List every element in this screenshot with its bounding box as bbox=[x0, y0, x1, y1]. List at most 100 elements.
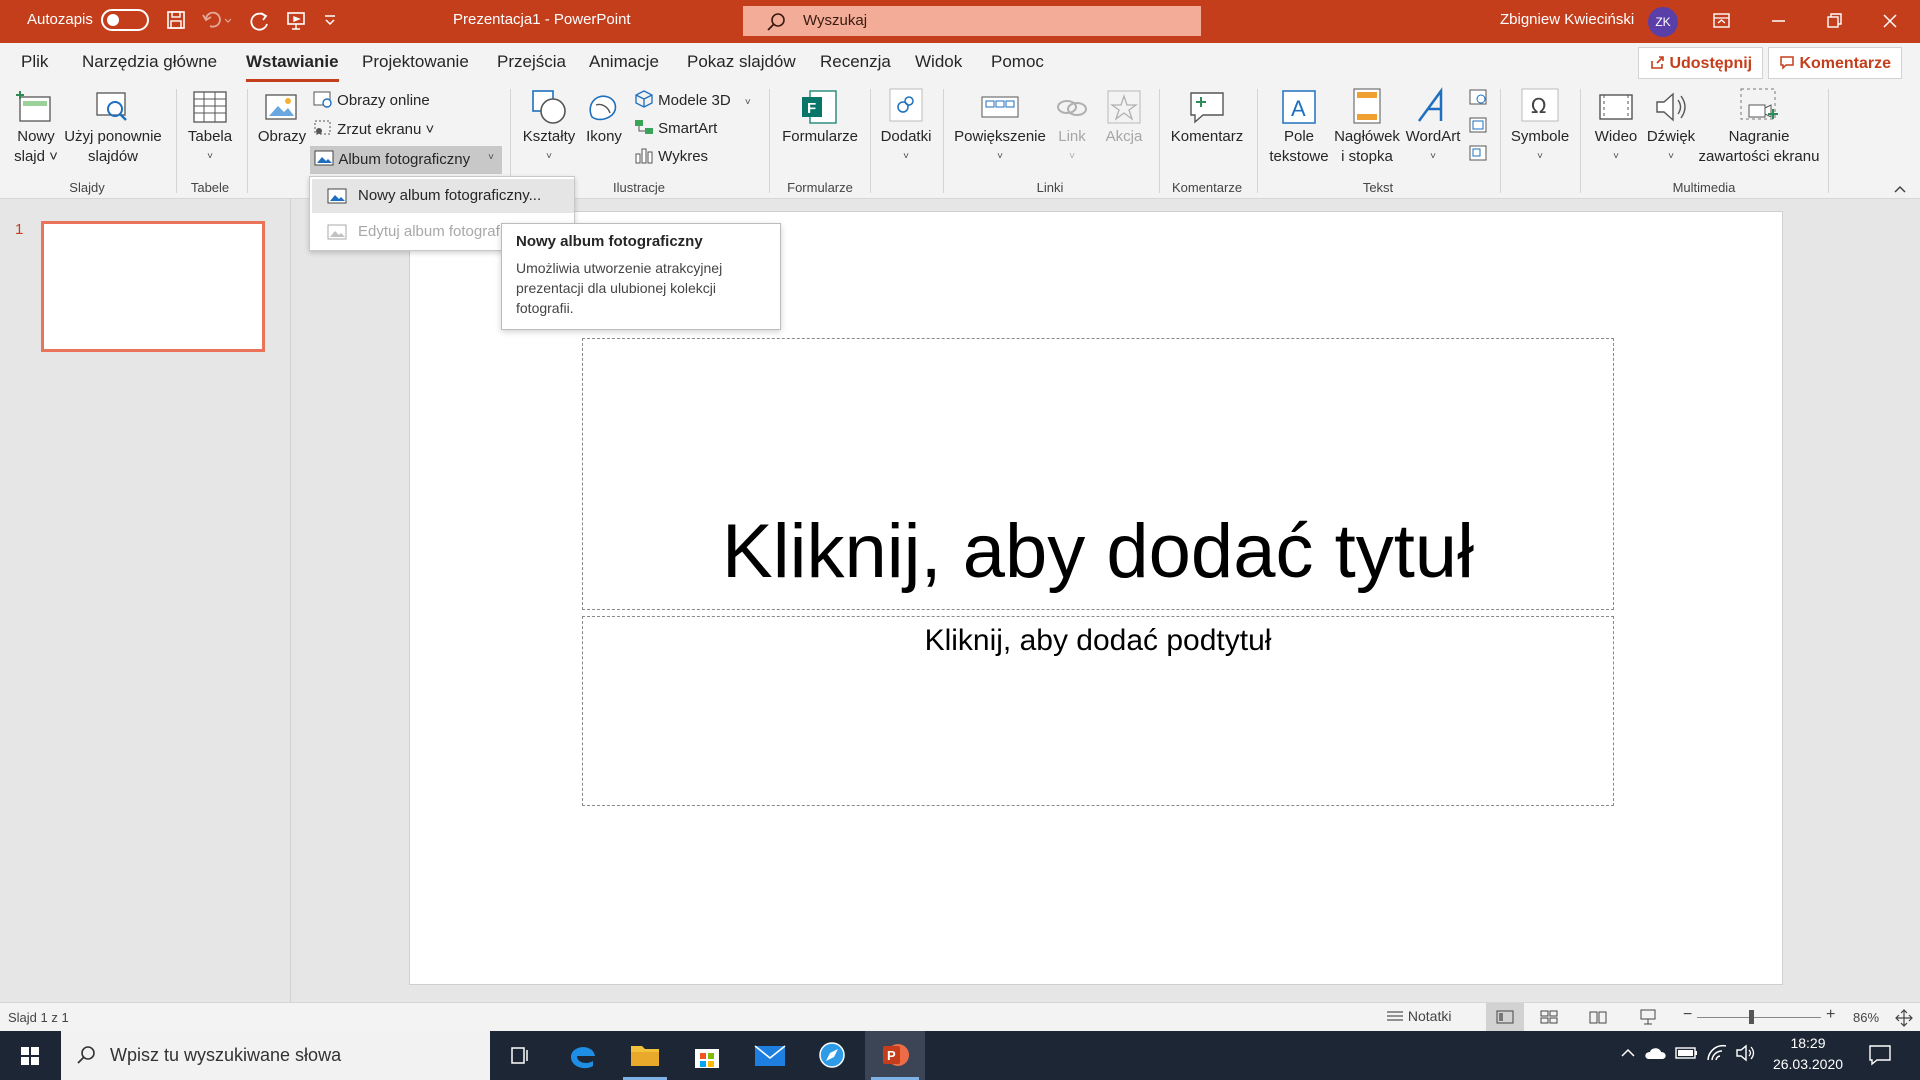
ribbon-display-options-icon[interactable] bbox=[1693, 0, 1749, 43]
smartart-button[interactable]: SmartArt bbox=[634, 118, 717, 137]
ribbon-separator bbox=[1500, 89, 1501, 193]
tab-file[interactable]: Plik bbox=[21, 52, 48, 72]
collapse-ribbon-icon[interactable] bbox=[1892, 183, 1908, 195]
wordart-button[interactable]: WordArt ˅ bbox=[1402, 87, 1464, 167]
save-icon[interactable] bbox=[166, 10, 186, 30]
reuse-slides-label-1: Użyj ponownie bbox=[64, 128, 162, 145]
models3d-button[interactable]: Modele 3D ˅ bbox=[634, 90, 751, 109]
zoom-percent[interactable]: 86% bbox=[1853, 1010, 1879, 1025]
minimize-icon[interactable] bbox=[1750, 0, 1806, 43]
pictures-button[interactable]: Obrazy bbox=[254, 87, 310, 147]
edge-browser-icon[interactable] bbox=[553, 1031, 613, 1080]
zoom-slider[interactable] bbox=[1697, 1010, 1821, 1024]
tab-slide-show[interactable]: Pokaz slajdów bbox=[687, 52, 796, 72]
redo-icon[interactable] bbox=[249, 10, 271, 32]
cube-icon bbox=[634, 90, 654, 108]
tab-help[interactable]: Pomoc bbox=[991, 52, 1044, 72]
slide-thumbnail[interactable] bbox=[41, 221, 265, 352]
icons-button[interactable]: Ikony bbox=[582, 87, 626, 147]
search-icon bbox=[766, 12, 786, 32]
tab-review[interactable]: Recenzja bbox=[820, 52, 891, 72]
action-center-icon[interactable] bbox=[1868, 1044, 1892, 1066]
link-button[interactable]: Link ˅ bbox=[1052, 87, 1092, 167]
chart-button[interactable]: Wykres bbox=[634, 146, 708, 165]
object-icon[interactable] bbox=[1468, 144, 1488, 164]
search-box[interactable]: Wyszukaj bbox=[743, 6, 1201, 36]
notes-button[interactable]: Notatki bbox=[1386, 1008, 1451, 1024]
share-button[interactable]: Udostępnij bbox=[1638, 47, 1764, 79]
normal-view-button[interactable] bbox=[1486, 1003, 1524, 1031]
volume-icon[interactable] bbox=[1735, 1044, 1757, 1062]
text-box-button[interactable]: A Pole tekstowe bbox=[1262, 87, 1336, 167]
microsoft-store-icon[interactable] bbox=[677, 1031, 737, 1080]
customize-toolbar-icon[interactable] bbox=[323, 14, 337, 26]
action-button[interactable]: Akcja bbox=[1100, 87, 1148, 147]
slide-sorter-icon[interactable] bbox=[1540, 1010, 1558, 1024]
file-explorer-icon[interactable] bbox=[615, 1031, 675, 1080]
slideshow-view-icon[interactable] bbox=[1639, 1009, 1657, 1025]
present-from-start-icon[interactable] bbox=[285, 10, 307, 32]
battery-icon[interactable] bbox=[1675, 1045, 1699, 1061]
clock-time[interactable]: 18:29 bbox=[1776, 1035, 1840, 1051]
table-button[interactable]: Tabela ˅ bbox=[180, 87, 240, 167]
onedrive-cloud-icon[interactable] bbox=[1644, 1045, 1668, 1061]
models3d-label: Modele 3D bbox=[658, 92, 731, 109]
powerpoint-taskbar-icon[interactable]: P bbox=[865, 1031, 925, 1080]
reading-view-icon[interactable] bbox=[1589, 1010, 1607, 1024]
avatar[interactable]: ZK bbox=[1648, 7, 1678, 37]
online-pictures-button[interactable]: Obrazy online bbox=[313, 90, 430, 109]
screenshot-button[interactable]: Zrzut ekranu ˅ bbox=[313, 119, 434, 138]
chevron-down-icon: ˅ bbox=[997, 151, 1003, 162]
show-hidden-icons-icon[interactable] bbox=[1620, 1045, 1636, 1061]
photo-album-button[interactable]: Album fotograficzny ˅ bbox=[310, 146, 502, 174]
screen-recording-button[interactable]: Nagranie zawartości ekranu bbox=[1696, 87, 1822, 167]
chevron-down-icon: ˅ bbox=[1613, 151, 1619, 162]
shapes-button[interactable]: Kształty ˅ bbox=[518, 87, 580, 167]
group-comments-label: Komentarze bbox=[1171, 180, 1243, 195]
subtitle-placeholder[interactable]: Kliknij, aby dodać podtytuł bbox=[582, 616, 1614, 806]
close-icon[interactable] bbox=[1862, 0, 1918, 43]
new-comment-button[interactable]: Komentarz bbox=[1165, 87, 1249, 147]
zoom-button[interactable]: Powiększenie ˅ bbox=[950, 87, 1050, 167]
tab-design[interactable]: Projektowanie bbox=[362, 52, 469, 72]
svg-text:Ω: Ω bbox=[1531, 94, 1546, 118]
shapes-label: Kształty bbox=[522, 128, 576, 145]
title-placeholder[interactable]: Kliknij, aby dodać tytuł bbox=[582, 338, 1614, 610]
undo-icon[interactable] bbox=[201, 10, 231, 30]
menu-item-new-photo-album[interactable]: Nowy album fotograficzny... bbox=[312, 179, 574, 213]
tab-home[interactable]: Narzędzia główne bbox=[82, 52, 217, 72]
safari-compass-icon[interactable] bbox=[802, 1031, 862, 1080]
user-name[interactable]: Zbigniew Kwieciński bbox=[1500, 11, 1634, 28]
date-time-icon[interactable] bbox=[1468, 88, 1488, 108]
tab-insert[interactable]: Wstawianie bbox=[246, 52, 339, 82]
symbols-button[interactable]: Ω Symbole ˅ bbox=[1506, 87, 1574, 167]
task-view-icon[interactable] bbox=[490, 1031, 550, 1080]
notes-label: Notatki bbox=[1407, 1008, 1452, 1024]
comments-button[interactable]: Komentarze bbox=[1768, 47, 1903, 79]
audio-button[interactable]: Dźwięk ˅ bbox=[1640, 87, 1702, 167]
forms-button[interactable]: F Formularze bbox=[775, 87, 865, 147]
slide-number-icon[interactable] bbox=[1468, 116, 1488, 136]
header-footer-button[interactable]: Nagłówek i stopka bbox=[1334, 87, 1400, 167]
fit-to-window-icon[interactable] bbox=[1895, 1009, 1913, 1027]
wifi-icon[interactable] bbox=[1706, 1043, 1728, 1063]
addins-button[interactable]: Dodatki ˅ bbox=[876, 87, 936, 167]
taskbar-search-box[interactable]: Wpisz tu wyszukiwane słowa bbox=[61, 1031, 490, 1080]
mail-icon[interactable] bbox=[740, 1031, 800, 1080]
group-media-label: Multimedia bbox=[1672, 180, 1736, 195]
tab-animations[interactable]: Animacje bbox=[589, 52, 659, 72]
video-button[interactable]: Wideo ˅ bbox=[1586, 87, 1646, 167]
svg-text:F: F bbox=[807, 100, 816, 117]
clock-date[interactable]: 26.03.2020 bbox=[1771, 1056, 1845, 1072]
ribbon-separator bbox=[176, 89, 177, 193]
reuse-slides-button[interactable]: Użyj ponownie slajdów bbox=[62, 87, 164, 167]
windows-start-icon[interactable] bbox=[0, 1031, 60, 1080]
tab-view[interactable]: Widok bbox=[915, 52, 962, 72]
autosave-toggle[interactable] bbox=[101, 9, 149, 31]
zoom-slider-thumb[interactable] bbox=[1749, 1010, 1755, 1024]
tab-transitions[interactable]: Przejścia bbox=[497, 52, 566, 72]
restore-icon[interactable] bbox=[1806, 0, 1862, 43]
zoom-out-icon[interactable]: − bbox=[1683, 1006, 1692, 1024]
new-slide-button[interactable]: Nowy slajd ˅ bbox=[10, 87, 62, 167]
zoom-in-icon[interactable]: + bbox=[1826, 1006, 1835, 1024]
